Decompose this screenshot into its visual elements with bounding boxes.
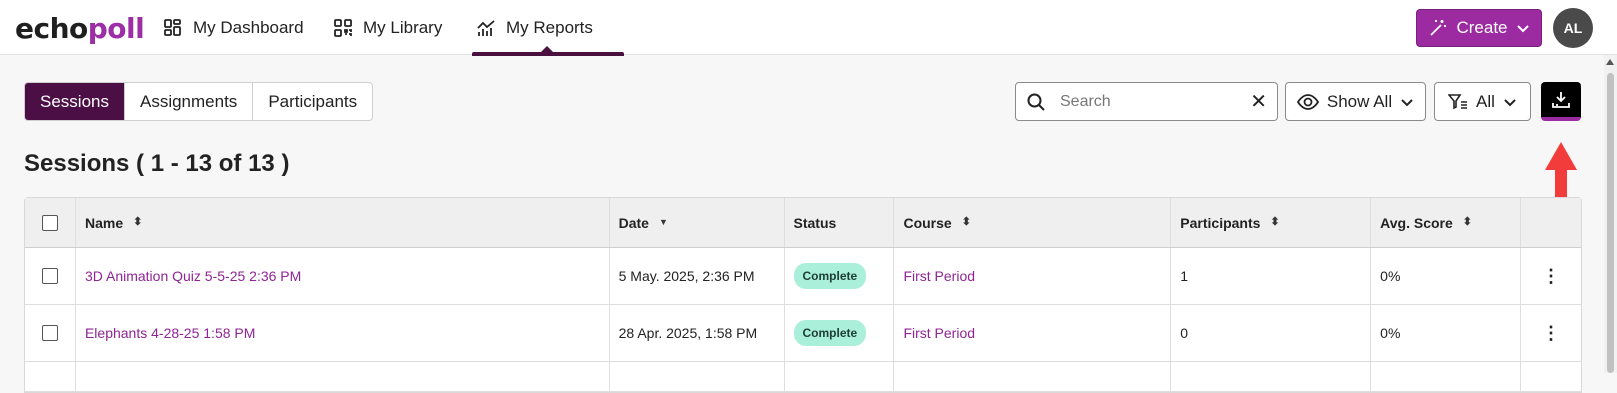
show-all-dropdown[interactable]: Show All <box>1285 82 1426 121</box>
show-all-label: Show All <box>1326 91 1393 111</box>
column-participants[interactable]: Participants ⬍ <box>1171 198 1372 247</box>
select-all-checkbox[interactable] <box>41 214 58 231</box>
row-checkbox[interactable] <box>41 268 58 284</box>
search-box: ✕ <box>1015 82 1278 121</box>
page-title: Sessions ( 1 - 13 of 13 ) <box>24 150 290 177</box>
status-cell <box>785 362 895 391</box>
status-cell: Complete <box>785 248 895 304</box>
create-label: Create <box>1456 18 1508 37</box>
session-date: 5 May. 2025, 2:36 PM <box>610 248 785 304</box>
session-name-link[interactable]: 3D Animation Quiz 5-5-25 2:36 PM <box>85 268 301 284</box>
search-input[interactable] <box>1060 92 1240 111</box>
header-checkbox-cell <box>25 198 76 247</box>
reports-icon <box>477 19 495 36</box>
session-name-cell: Elephants 4-28-25 1:58 PM <box>76 305 610 361</box>
download-button[interactable] <box>1541 82 1581 121</box>
nav-my-reports[interactable]: My Reports <box>476 0 593 55</box>
sort-icon[interactable]: ⬍ <box>133 217 142 228</box>
course-cell: First Period <box>894 305 1172 361</box>
sort-icon[interactable]: ⬍ <box>962 217 971 228</box>
echopoll-logo[interactable]: echopoll <box>15 12 145 45</box>
chevron-down-icon <box>1401 98 1413 106</box>
participants-count: 1 <box>1171 248 1372 304</box>
column-avg-score[interactable]: Avg. Score ⬍ <box>1371 198 1522 247</box>
course-cell: First Period <box>894 248 1172 304</box>
status-cell: Complete <box>785 305 895 361</box>
session-name-cell <box>76 362 610 391</box>
participants-count: 0 <box>1171 305 1372 361</box>
avg-score: 0% <box>1371 305 1522 361</box>
scroll-up-icon[interactable] <box>1606 59 1614 65</box>
row-checkbox-cell <box>25 362 76 391</box>
avatar[interactable]: AL <box>1553 8 1593 48</box>
row-checkbox-cell <box>25 305 76 361</box>
dashboard-icon <box>164 18 181 36</box>
nav-label: My Library <box>363 17 443 37</box>
more-options-icon[interactable]: ⋮ <box>1542 323 1560 344</box>
active-nav-indicator <box>472 52 624 56</box>
nav-label: My Dashboard <box>193 17 304 37</box>
row-actions-cell <box>1521 362 1581 391</box>
column-name[interactable]: Name ⬍ <box>76 198 610 247</box>
top-nav: echopoll My Dashboard My Library My Repo… <box>0 0 1617 56</box>
tab-participants[interactable]: Participants <box>253 83 372 120</box>
session-name-cell: 3D Animation Quiz 5-5-25 2:36 PM <box>76 248 610 304</box>
sort-icon[interactable]: ⬍ <box>1270 217 1279 228</box>
column-actions <box>1521 198 1581 247</box>
row-actions-cell: ⋮ <box>1521 305 1581 361</box>
table-header: Name ⬍ Date ▼ Status Course ⬍ Participants ⬍… <box>25 198 1581 248</box>
session-name-link[interactable]: Elephants 4-28-25 1:58 PM <box>85 325 255 341</box>
clear-search-icon[interactable]: ✕ <box>1250 89 1267 114</box>
more-options-icon[interactable]: ⋮ <box>1542 266 1560 287</box>
download-icon <box>1552 91 1570 108</box>
library-icon <box>334 18 352 37</box>
session-date: 28 Apr. 2025, 1:58 PM <box>610 305 785 361</box>
sessions-table: Name ⬍ Date ▼ Status Course ⬍ Participants ⬍… <box>24 197 1582 393</box>
chevron-down-icon <box>1516 25 1529 33</box>
filter-label: All <box>1476 91 1495 111</box>
row-actions-cell: ⋮ <box>1521 248 1581 304</box>
nav-my-dashboard[interactable]: My Dashboard <box>163 0 304 55</box>
report-tabs: Sessions Assignments Participants <box>24 82 374 121</box>
column-date[interactable]: Date ▼ <box>610 198 785 247</box>
row-checkbox-cell <box>25 248 76 304</box>
column-status: Status <box>785 198 895 247</box>
row-checkbox[interactable] <box>41 325 58 341</box>
table-row <box>25 362 1581 392</box>
magic-wand-icon <box>1430 20 1447 36</box>
search-icon <box>1027 93 1045 111</box>
chevron-down-icon <box>1504 98 1516 106</box>
status-badge: Complete <box>793 320 867 346</box>
course-cell <box>894 362 1172 391</box>
eye-icon <box>1296 93 1319 110</box>
tab-sessions[interactable]: Sessions <box>25 83 125 120</box>
avg-score: 0% <box>1371 248 1522 304</box>
sort-desc-icon[interactable]: ▼ <box>659 218 668 227</box>
table-row: 3D Animation Quiz 5-5-25 2:36 PM 5 May. … <box>25 248 1581 305</box>
avg-score <box>1371 362 1522 391</box>
create-button[interactable]: Create <box>1416 9 1542 47</box>
nav-my-library[interactable]: My Library <box>333 0 442 55</box>
scrollbar[interactable] <box>1604 55 1617 373</box>
course-link[interactable]: First Period <box>903 268 975 284</box>
filter-icon <box>1448 93 1468 109</box>
sort-icon[interactable]: ⬍ <box>1463 217 1472 228</box>
participants-count <box>1171 362 1372 391</box>
nav-label: My Reports <box>506 17 593 37</box>
table-row: Elephants 4-28-25 1:58 PM 28 Apr. 2025, … <box>25 305 1581 362</box>
session-date <box>610 362 785 391</box>
column-course[interactable]: Course ⬍ <box>894 198 1172 247</box>
scroll-thumb[interactable] <box>1607 73 1614 373</box>
filter-dropdown[interactable]: All <box>1434 82 1531 121</box>
status-badge: Complete <box>793 263 867 289</box>
tab-assignments[interactable]: Assignments <box>125 83 254 120</box>
course-link[interactable]: First Period <box>903 325 975 341</box>
